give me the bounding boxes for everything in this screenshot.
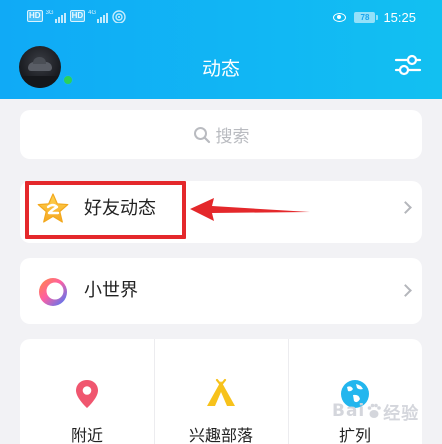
paw-icon <box>367 403 382 418</box>
grid-item-nearby[interactable]: 附近 <box>20 339 154 444</box>
small-world-row[interactable]: 小世界 <box>20 258 422 324</box>
feature-grid: 附近 兴趣部落 扩列 <box>20 339 422 444</box>
battery-indicator: 78 <box>354 11 379 23</box>
network-type-label-2: 4G <box>88 10 97 16</box>
grid-item-expand[interactable]: 扩列 <box>288 339 422 444</box>
arrow-annotation <box>190 198 310 221</box>
page-title: 动态 <box>201 58 240 80</box>
search-placeholder: 搜索 <box>215 127 250 147</box>
small-world-label: 小世界 <box>84 280 138 301</box>
signal-icon: 3G <box>46 10 67 23</box>
baidu-watermark: Bai 经验 <box>332 394 419 428</box>
top-header: HD 3G HD 4G 78 15:25 动态 <box>0 0 442 99</box>
wifi-icon <box>112 10 126 23</box>
highlight-box <box>25 181 186 239</box>
grid-label-tribes: 兴趣部落 <box>188 426 253 444</box>
hd-badge-2: HD <box>69 10 86 22</box>
location-pin-icon <box>76 380 98 408</box>
status-bar: HD 3G HD 4G 78 15:25 <box>0 0 442 34</box>
status-right: 78 15:25 <box>333 9 416 25</box>
grid-label-nearby: 附近 <box>70 426 103 444</box>
status-left: HD 3G HD 4G <box>27 10 126 24</box>
search-icon <box>193 126 210 143</box>
search-input[interactable]: 搜索 <box>20 110 422 159</box>
watermark-text-2: 经验 <box>383 403 420 424</box>
grid-item-tribes[interactable]: 兴趣部落 <box>154 339 288 444</box>
sliders-icon <box>394 54 422 76</box>
network-type-label: 3G <box>45 10 54 16</box>
ring-icon <box>39 278 67 306</box>
search-card: 搜索 <box>20 110 422 159</box>
settings-button[interactable] <box>394 52 422 78</box>
eye-comfort-icon <box>333 12 347 22</box>
hd-badge: HD <box>27 10 43 22</box>
clock: 15:25 <box>383 9 416 25</box>
chevron-right-icon <box>399 201 412 214</box>
watermark-text: Bai <box>332 401 366 421</box>
tent-icon <box>207 378 235 406</box>
signal-icon-2: 4G <box>88 10 109 23</box>
chevron-right-icon <box>399 284 412 297</box>
